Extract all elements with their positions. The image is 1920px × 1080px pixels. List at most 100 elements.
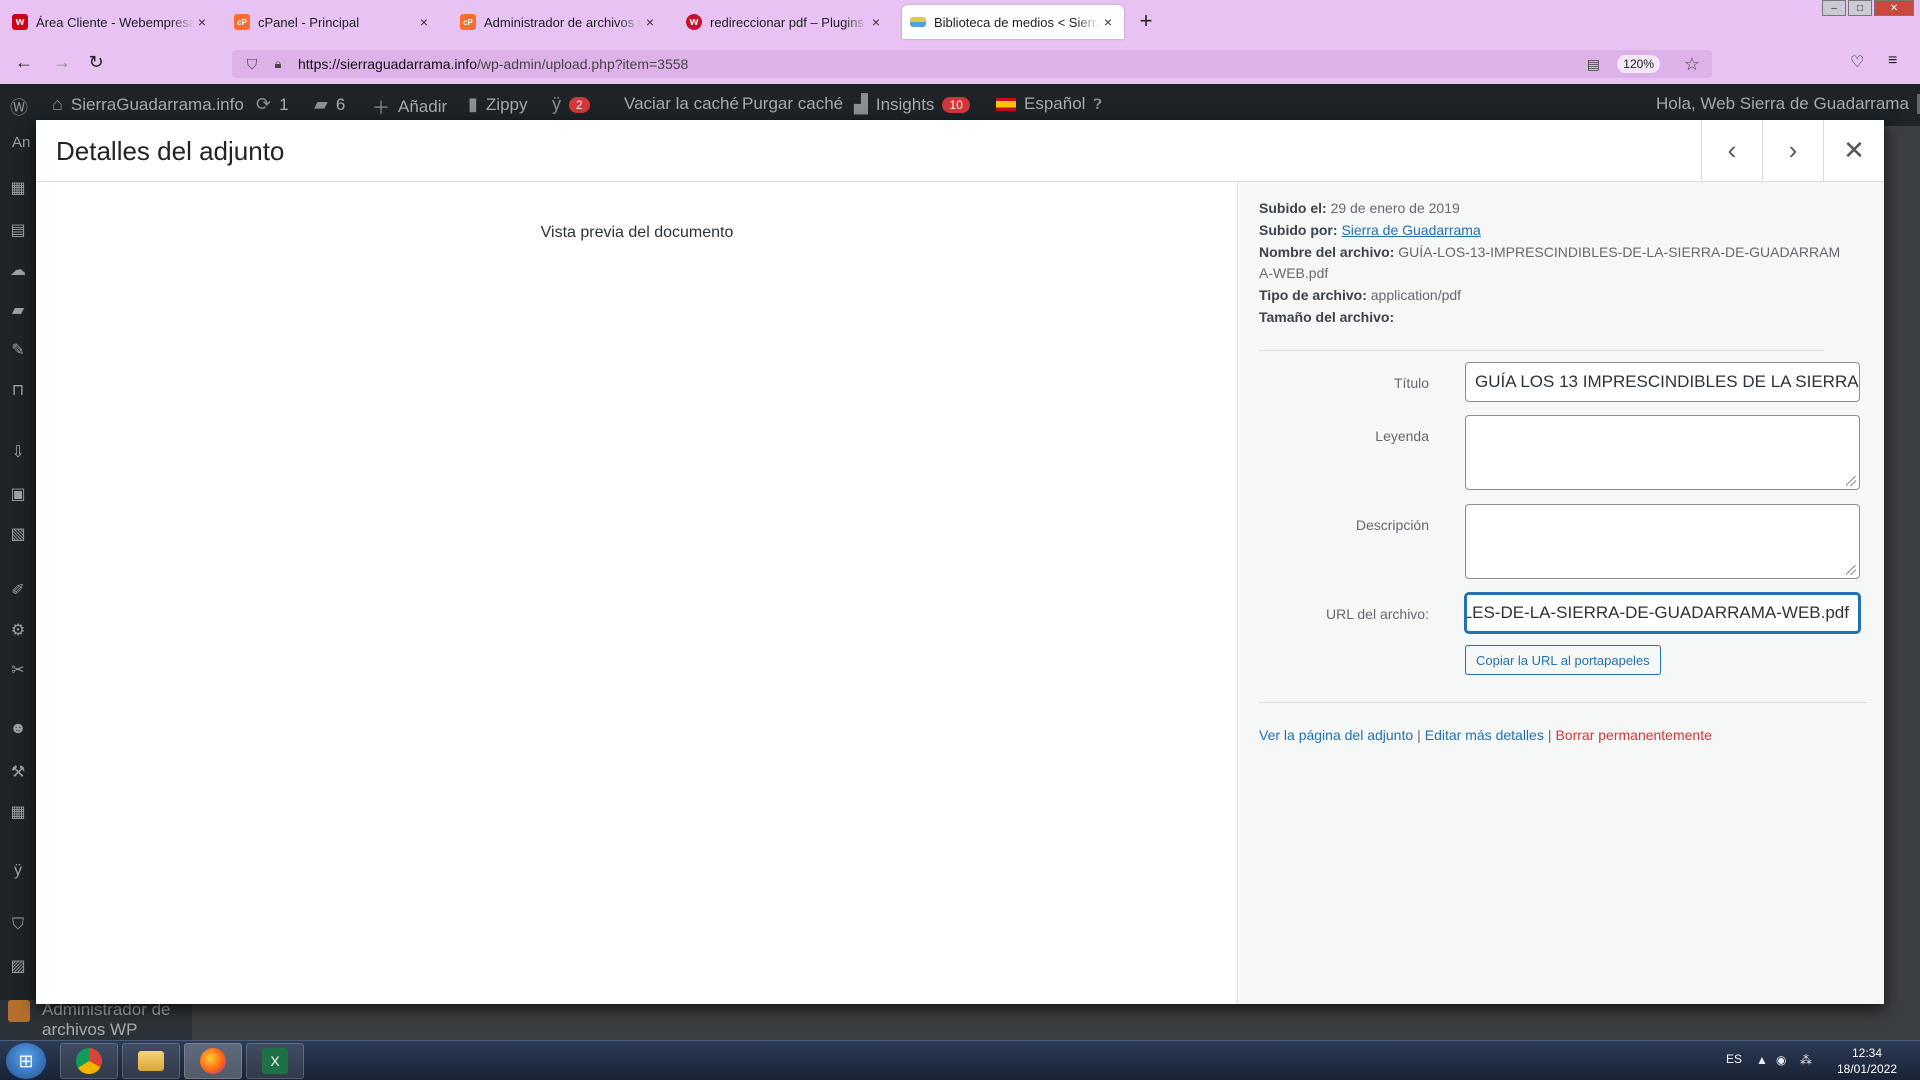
window-controls: – □ ✕ bbox=[1822, 0, 1914, 16]
lock-icon[interactable]: ⊓ bbox=[8, 380, 28, 400]
media-icon[interactable]: ▣ bbox=[8, 484, 28, 504]
yoast-link[interactable]: ÿ 2 bbox=[552, 94, 590, 115]
system-clock[interactable]: 12:34 18/01/2022 bbox=[1832, 1045, 1902, 1077]
settings-icon[interactable]: ▦ bbox=[8, 802, 28, 822]
tab-area-cliente[interactable]: w Área Cliente - Webempresa Europa × bbox=[4, 5, 218, 39]
calendar-icon[interactable]: ▦ bbox=[8, 178, 28, 198]
close-modal-button[interactable]: ✕ bbox=[1823, 120, 1884, 181]
user-greeting[interactable]: Hola, Web Sierra de Guadarrama bbox=[1656, 94, 1920, 114]
new-tab-button[interactable]: + bbox=[1134, 8, 1158, 34]
tab-file-manager[interactable]: cP Administrador de archivos v3 de cPane… bbox=[452, 5, 666, 39]
title-label: Título bbox=[1393, 375, 1429, 391]
browser-tab-bar: w Área Cliente - Webempresa Europa × cP … bbox=[0, 0, 1920, 44]
plugins-icon[interactable]: ⚙ bbox=[8, 620, 28, 640]
cpanel-favicon-icon: cP bbox=[234, 14, 250, 30]
input-language[interactable]: ES bbox=[1726, 1052, 1742, 1066]
scissors-icon[interactable]: ✂ bbox=[8, 660, 28, 680]
browser-nav-bar: ← → ↻ ⛉ 🔒︎ https://sierraguadarrama.info… bbox=[0, 44, 1920, 84]
file-url-input[interactable]: https://sierraguadarrama.info/wp-content… bbox=[1465, 593, 1860, 633]
clear-cache-link[interactable]: Vaciar la caché bbox=[624, 94, 739, 114]
tray-network-icon[interactable]: ⁂ bbox=[1800, 1053, 1812, 1067]
tab-cpanel-principal[interactable]: cP cPanel - Principal × bbox=[226, 5, 440, 39]
tab-close-icon[interactable]: × bbox=[194, 14, 210, 30]
taskbar-chrome[interactable] bbox=[60, 1043, 118, 1079]
language-switcher[interactable]: Español ❓︎ bbox=[996, 94, 1102, 114]
zippy-link[interactable]: ▮ Zippy bbox=[468, 94, 527, 115]
caption-textarea[interactable] bbox=[1465, 415, 1860, 490]
url-text[interactable]: https://sierraguadarrama.info/wp-admin/u… bbox=[298, 56, 688, 72]
maximize-button[interactable]: □ bbox=[1848, 0, 1872, 16]
menu-hamburger-icon[interactable]: ≡ bbox=[1888, 52, 1897, 70]
download-icon[interactable]: ⇩ bbox=[8, 442, 28, 462]
divider bbox=[1259, 350, 1824, 351]
yoast-icon[interactable]: ÿ bbox=[8, 862, 28, 882]
pocket-icon[interactable]: ♡ bbox=[1850, 52, 1864, 72]
reader-view-icon[interactable]: ▤ bbox=[1587, 56, 1600, 73]
lock-icon[interactable]: 🔒︎ bbox=[268, 56, 288, 72]
tab-close-icon[interactable]: × bbox=[642, 14, 658, 30]
tab-close-icon[interactable]: × bbox=[1100, 14, 1116, 30]
help-icon: ❓︎ bbox=[1093, 95, 1102, 112]
view-attachment-page-link[interactable]: Ver la página del adjunto bbox=[1259, 727, 1413, 743]
insights-link[interactable]: ▟ Insights 10 bbox=[854, 94, 970, 115]
pin-icon[interactable]: ✎ bbox=[8, 340, 28, 360]
cloud-icon[interactable]: ☁ bbox=[8, 260, 28, 280]
copy-url-button[interactable]: Copiar la URL al portapapeles bbox=[1465, 645, 1661, 675]
windows-logo-icon: ⊞ bbox=[18, 1050, 34, 1071]
site-name-link[interactable]: ⌂ SierraGuadarrama.info bbox=[52, 94, 244, 115]
updates-link[interactable]: ⟳ 1 bbox=[256, 94, 289, 115]
close-icon: ✕ bbox=[1843, 135, 1865, 165]
address-bar[interactable]: ⛉ 🔒︎ https://sierraguadarrama.info/wp-ad… bbox=[232, 50, 1712, 78]
pages-icon[interactable]: ▤ bbox=[8, 220, 28, 240]
users-icon[interactable]: ☻ bbox=[8, 720, 28, 740]
admin-menu-file-manager[interactable]: Administrador de archivos WP bbox=[0, 1000, 192, 1040]
zoom-level-badge[interactable]: 120% bbox=[1617, 55, 1660, 73]
taskbar-excel[interactable]: X bbox=[246, 1043, 304, 1079]
forward-arrow-icon[interactable]: → bbox=[50, 52, 74, 73]
appearance-icon[interactable]: ✐ bbox=[8, 580, 28, 600]
meta-label: Subido por: bbox=[1259, 222, 1338, 238]
tab-redireccionar-pdf[interactable]: w redireccionar pdf – Plugins WordPress … bbox=[678, 5, 892, 39]
clock-date: 18/01/2022 bbox=[1836, 1062, 1898, 1076]
tab-close-icon[interactable]: × bbox=[416, 14, 432, 30]
stats-icon[interactable]: ▨ bbox=[8, 956, 28, 976]
uploader-link[interactable]: Sierra de Guadarrama bbox=[1341, 222, 1480, 238]
gallery-icon[interactable]: ▧ bbox=[8, 524, 28, 544]
comments-icon[interactable]: ▰ bbox=[8, 300, 28, 320]
tab-label: Biblioteca de medios < SierraGuadarrama bbox=[934, 14, 1100, 30]
tools-icon[interactable]: ⚒ bbox=[8, 762, 28, 782]
reload-icon[interactable]: ↻ bbox=[84, 52, 108, 73]
delete-permanently-link[interactable]: Borrar permanentemente bbox=[1555, 727, 1711, 743]
resize-handle-icon[interactable] bbox=[1846, 565, 1856, 575]
meta-label: Nombre del archivo: bbox=[1259, 244, 1395, 260]
minimize-button[interactable]: – bbox=[1822, 0, 1846, 16]
wp-admin-sidebar: An ▦ ▤ ☁ ▰ ✎ ⊓ ⇩ ▣ ▧ ✐ ⚙ ✂ ☻ ⚒ ▦ ÿ ⛉ ▨ bbox=[0, 126, 36, 1040]
shield-icon[interactable]: ⛉ bbox=[8, 916, 28, 936]
title-input[interactable]: GUÍA LOS 13 IMPRESCINDIBLES DE LA SIERRA… bbox=[1465, 362, 1860, 402]
site-favicon-icon bbox=[910, 17, 926, 27]
close-window-button[interactable]: ✕ bbox=[1874, 0, 1914, 16]
spain-flag-icon bbox=[996, 97, 1016, 111]
comments-count: 6 bbox=[335, 94, 346, 114]
purge-cache-link[interactable]: Purgar caché bbox=[742, 94, 843, 114]
add-new-link[interactable]: ＋ Añadir bbox=[372, 94, 447, 120]
tab-biblioteca-medios[interactable]: Biblioteca de medios < SierraGuadarrama … bbox=[902, 5, 1124, 39]
resize-handle-icon[interactable] bbox=[1846, 476, 1856, 486]
tab-label: cPanel - Principal bbox=[258, 14, 360, 30]
taskbar-firefox[interactable] bbox=[184, 1043, 242, 1079]
bookmark-star-icon[interactable]: ☆ bbox=[1684, 54, 1700, 75]
tray-app-icon[interactable]: ◉ bbox=[1776, 1053, 1786, 1067]
back-arrow-icon[interactable]: ← bbox=[12, 52, 36, 73]
tab-close-icon[interactable]: × bbox=[868, 14, 884, 30]
comments-link[interactable]: ▰ 6 bbox=[314, 94, 345, 115]
next-attachment-button[interactable]: › bbox=[1762, 120, 1823, 181]
attachment-details-modal: Detalles del adjunto ‹ › ✕ Vista previa … bbox=[36, 120, 1884, 1004]
tray-expand-icon[interactable]: ▲ bbox=[1756, 1053, 1768, 1067]
tracking-shield-icon[interactable]: ⛉ bbox=[242, 56, 262, 73]
taskbar-explorer[interactable] bbox=[122, 1043, 180, 1079]
edit-more-details-link[interactable]: Editar más detalles bbox=[1425, 727, 1544, 743]
description-textarea[interactable] bbox=[1465, 504, 1860, 579]
previous-attachment-button[interactable]: ‹ bbox=[1701, 120, 1762, 181]
wordpress-logo-icon[interactable]: Ⓦ bbox=[10, 94, 28, 120]
start-button[interactable]: ⊞ bbox=[6, 1043, 46, 1079]
